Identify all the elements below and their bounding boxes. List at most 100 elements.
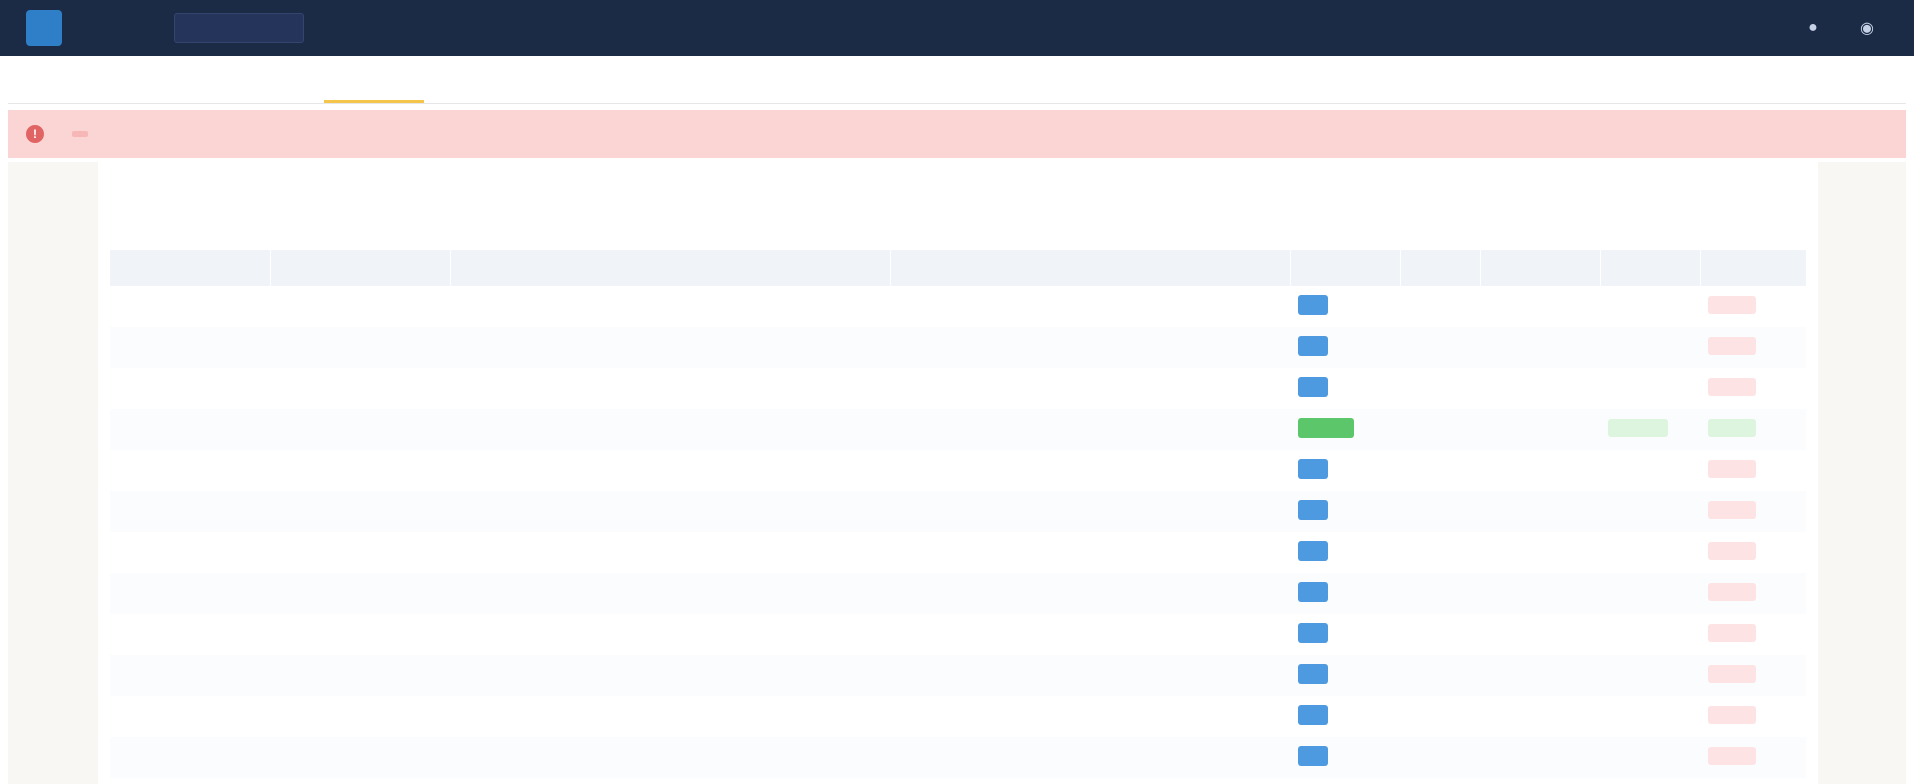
cell-count — [1400, 655, 1480, 696]
cell-id — [110, 655, 270, 696]
cell-status — [1290, 696, 1400, 737]
cell-amount — [1480, 573, 1600, 614]
cell-action — [1700, 573, 1806, 614]
status-badge — [1298, 459, 1328, 479]
cell-detail — [890, 532, 1290, 573]
table-row[interactable] — [110, 491, 1806, 532]
row-action-delete-button[interactable] — [1708, 583, 1756, 601]
cell-amount — [1480, 327, 1600, 368]
cell-description — [450, 532, 890, 573]
tab-3[interactable] — [206, 67, 316, 103]
cell-status — [1290, 737, 1400, 778]
column-header-6[interactable] — [1400, 250, 1481, 286]
status-badge — [1298, 295, 1328, 315]
cell-id — [110, 368, 270, 409]
status-badge — [1298, 623, 1328, 643]
cell-link — [1600, 327, 1700, 368]
cell-count — [1400, 450, 1480, 491]
cell-description — [450, 368, 890, 409]
row-action-delete-button[interactable] — [1708, 542, 1756, 560]
cell-id — [110, 696, 270, 737]
bell-icon[interactable]: ● — [1802, 19, 1824, 37]
row-action-delete-button[interactable] — [1708, 706, 1756, 724]
cell-action — [1700, 286, 1806, 327]
cell-count — [1400, 327, 1480, 368]
cell-action — [1700, 450, 1806, 491]
table-row[interactable] — [110, 327, 1806, 368]
column-header-9[interactable] — [1700, 250, 1807, 286]
cell-status — [1290, 368, 1400, 409]
cell-count — [1400, 286, 1480, 327]
table-row[interactable] — [110, 696, 1806, 737]
row-action-delete-button[interactable] — [1708, 747, 1756, 765]
row-action-delete-button[interactable] — [1708, 624, 1756, 642]
cell-description — [450, 614, 890, 655]
cell-amount — [1480, 491, 1600, 532]
cell-date — [270, 573, 450, 614]
table-row[interactable] — [110, 614, 1806, 655]
cell-status — [1290, 450, 1400, 491]
column-header-2[interactable] — [270, 250, 451, 286]
cell-amount — [1480, 737, 1600, 778]
cell-link — [1600, 696, 1700, 737]
table-row[interactable] — [110, 286, 1806, 327]
table-row[interactable] — [110, 532, 1806, 573]
table-row[interactable] — [110, 368, 1806, 409]
status-badge — [1298, 664, 1328, 684]
cell-amount — [1480, 614, 1600, 655]
tab-2[interactable] — [118, 67, 198, 103]
row-action-delete-button[interactable] — [1708, 665, 1756, 683]
cell-action — [1700, 368, 1806, 409]
tab-1[interactable] — [20, 67, 110, 103]
column-header-4[interactable] — [890, 250, 1291, 286]
table-row[interactable] — [110, 450, 1806, 491]
cell-description — [450, 573, 890, 614]
cell-amount — [1480, 286, 1600, 327]
row-action-delete-button[interactable] — [1708, 378, 1756, 396]
app-logo[interactable] — [26, 10, 62, 46]
alert-action-link[interactable] — [72, 131, 88, 137]
cell-detail — [890, 696, 1290, 737]
table-row[interactable] — [110, 409, 1806, 450]
row-action-approve-button[interactable] — [1708, 419, 1756, 437]
row-link[interactable] — [1608, 419, 1668, 437]
table-row[interactable] — [110, 737, 1806, 778]
cell-status — [1290, 573, 1400, 614]
content-area — [8, 162, 1906, 784]
row-action-delete-button[interactable] — [1708, 296, 1756, 314]
table-row[interactable] — [110, 655, 1806, 696]
cell-action — [1700, 532, 1806, 573]
cell-date — [270, 614, 450, 655]
cell-description — [450, 409, 890, 450]
cell-status — [1290, 655, 1400, 696]
cell-link — [1600, 532, 1700, 573]
row-action-delete-button[interactable] — [1708, 460, 1756, 478]
cell-amount — [1480, 409, 1600, 450]
row-action-delete-button[interactable] — [1708, 501, 1756, 519]
status-badge — [1298, 705, 1328, 725]
column-header-5[interactable] — [1290, 250, 1401, 286]
header-right-nav: ● ◉ — [1344, 18, 1898, 38]
user-icon[interactable]: ◉ — [1856, 18, 1878, 38]
cell-count — [1400, 614, 1480, 655]
cell-id — [110, 614, 270, 655]
cell-action — [1700, 491, 1806, 532]
cell-status — [1290, 286, 1400, 327]
cell-date — [270, 286, 450, 327]
cell-id — [110, 327, 270, 368]
status-badge — [1298, 336, 1328, 356]
row-action-delete-button[interactable] — [1708, 337, 1756, 355]
column-header-8[interactable] — [1600, 250, 1701, 286]
cell-id — [110, 532, 270, 573]
cell-id — [110, 286, 270, 327]
header-search-input[interactable] — [174, 13, 304, 43]
cell-link — [1600, 573, 1700, 614]
tab-4[interactable] — [324, 67, 424, 103]
cell-date — [270, 532, 450, 573]
status-badge — [1298, 500, 1328, 520]
cell-detail — [890, 655, 1290, 696]
column-header-3[interactable] — [450, 250, 891, 286]
column-header-1[interactable] — [110, 250, 271, 286]
table-row[interactable] — [110, 573, 1806, 614]
column-header-7[interactable] — [1480, 250, 1601, 286]
